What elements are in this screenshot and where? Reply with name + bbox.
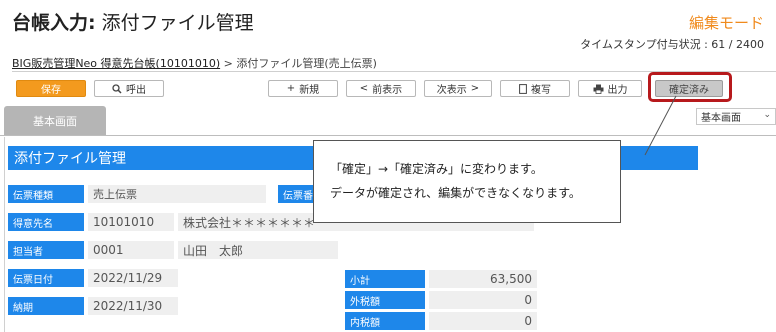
callout-line-1: 「確定」→「確定済み」に変わります。	[330, 162, 543, 176]
callout-pointer-line	[644, 95, 677, 156]
callout-line-2: データが確定され、編集ができなくなります。	[330, 186, 581, 200]
callout-box: 「確定」→「確定済み」に変わります。 データが確定され、編集ができなくなります。	[313, 140, 621, 223]
